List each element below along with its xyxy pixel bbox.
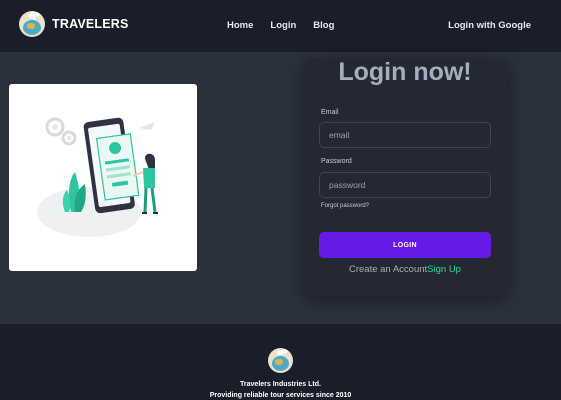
footer-tagline: Providing reliable tour services since 2… — [209, 392, 352, 399]
login-illustration — [9, 84, 197, 271]
email-label: Email — [321, 109, 339, 116]
password-label: Password — [321, 158, 352, 165]
nav-blog-link[interactable]: Blog — [313, 20, 334, 31]
footer-company: Travelers Industries Ltd. — [240, 381, 321, 388]
login-button[interactable]: LOGIN — [319, 232, 491, 258]
travel-logo-icon — [19, 11, 45, 37]
sign-up-link[interactable]: Sign Up — [427, 264, 461, 275]
nav-links: Home Login Blog — [227, 20, 351, 31]
password-field[interactable] — [319, 172, 491, 198]
forgot-password-link[interactable]: Forgot password? — [321, 203, 369, 209]
login-title: Login now! — [338, 58, 472, 86]
brand-name: TRAVELERS — [52, 17, 129, 31]
navbar: TRAVELERS Home Login Blog Login with Goo… — [0, 0, 561, 52]
nav-login-link[interactable]: Login — [270, 20, 296, 31]
footer-logo-icon — [268, 348, 293, 373]
nav-home-link[interactable]: Home — [227, 20, 253, 31]
login-with-google-link[interactable]: Login with Google — [448, 20, 531, 31]
create-account-label: Create an Account — [349, 264, 428, 275]
email-field[interactable] — [319, 122, 491, 148]
create-account-text: Create an AccountSign Up — [303, 264, 507, 275]
brand[interactable]: TRAVELERS — [19, 11, 129, 37]
